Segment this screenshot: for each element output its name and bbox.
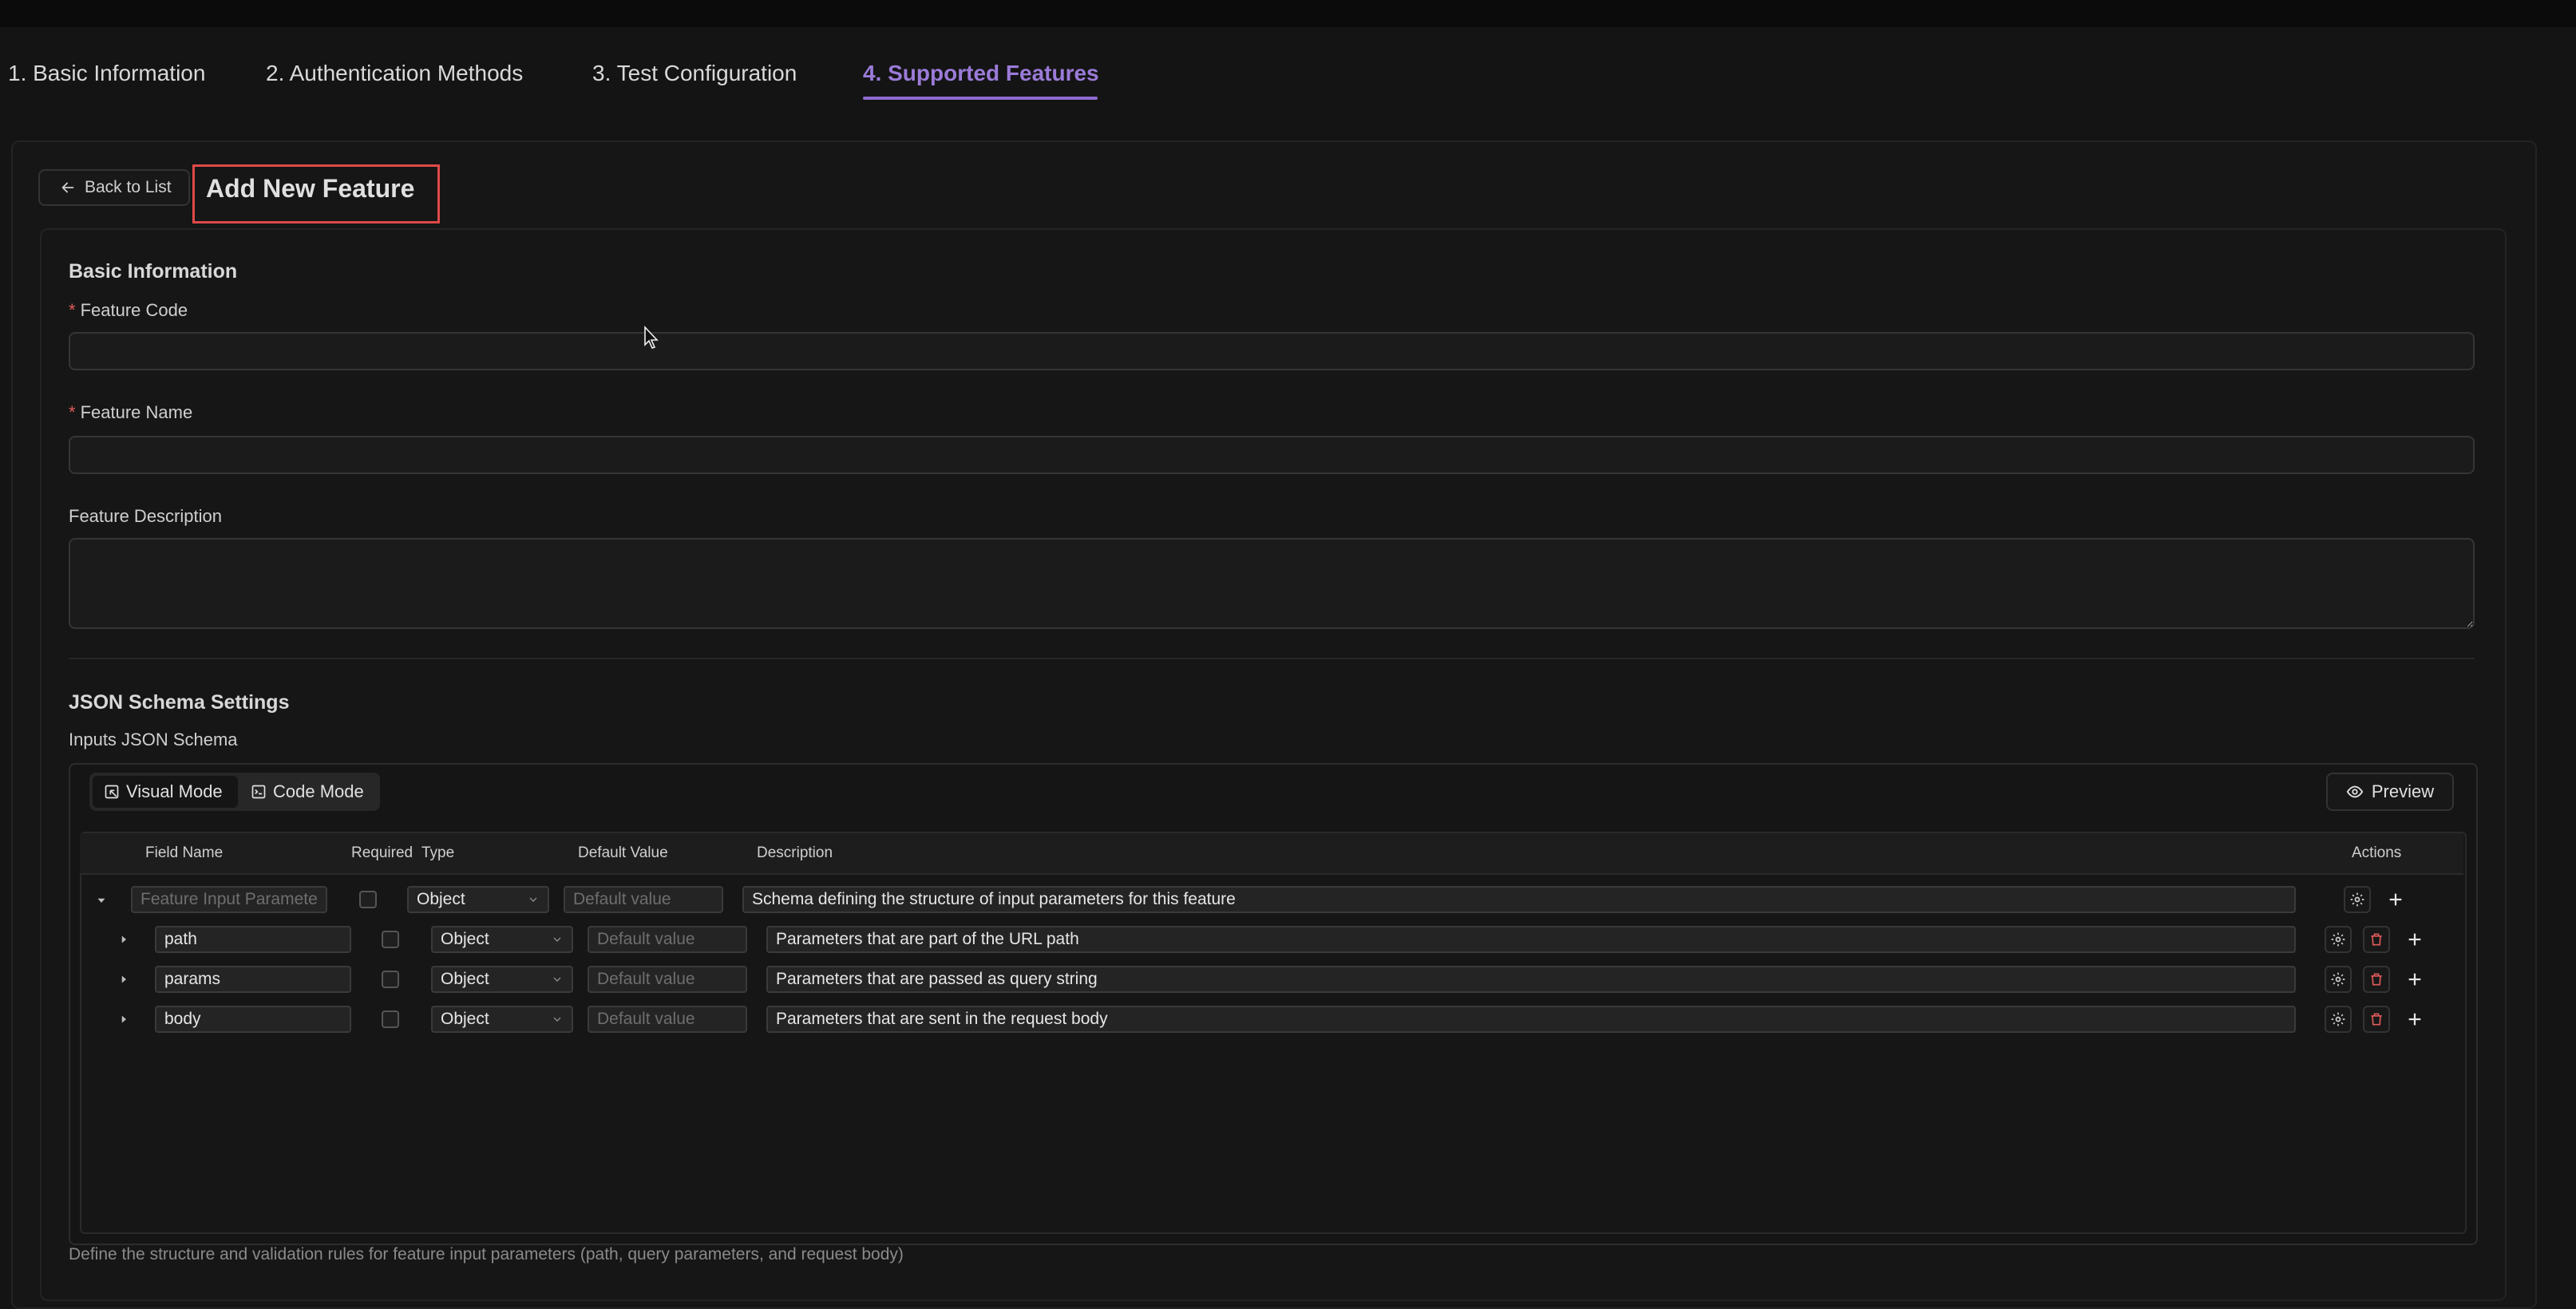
required-checkbox[interactable] bbox=[382, 1010, 399, 1028]
chevron-down-icon bbox=[553, 1017, 561, 1022]
visual-mode-button[interactable]: Visual Mode bbox=[93, 776, 238, 808]
inputs-json-schema-label: Inputs JSON Schema bbox=[69, 730, 238, 749]
root-required-checkbox[interactable] bbox=[359, 891, 377, 908]
step-supported-features[interactable]: 4. Supported Features bbox=[863, 61, 1099, 86]
gear-icon bbox=[2331, 932, 2345, 947]
mouse-cursor-icon bbox=[644, 326, 659, 349]
wizard-steps: 1. Basic Information 2. Authentication M… bbox=[0, 27, 2576, 107]
eye-icon bbox=[2346, 785, 2364, 798]
field-name-input[interactable] bbox=[155, 1006, 351, 1033]
root-type-select[interactable]: Object bbox=[407, 886, 549, 913]
trash-icon bbox=[2371, 1013, 2382, 1026]
gear-icon bbox=[2331, 972, 2345, 987]
step-basic-information[interactable]: 1. Basic Information bbox=[8, 61, 205, 86]
root-default-value-input[interactable] bbox=[564, 886, 723, 913]
step-authentication-methods[interactable]: 2. Authentication Methods bbox=[266, 61, 523, 86]
column-default-value: Default Value bbox=[578, 844, 668, 861]
settings-button[interactable] bbox=[2325, 926, 2352, 953]
visual-mode-icon bbox=[105, 785, 119, 799]
delete-button[interactable] bbox=[2363, 926, 2390, 953]
gear-icon bbox=[2331, 1012, 2345, 1026]
gear-icon bbox=[2350, 892, 2364, 907]
required-marker: * bbox=[69, 402, 76, 422]
settings-button[interactable] bbox=[2325, 966, 2352, 993]
step-test-configuration[interactable]: 3. Test Configuration bbox=[592, 61, 797, 86]
column-type: Type bbox=[421, 844, 455, 861]
preview-button[interactable]: Preview bbox=[2326, 773, 2454, 811]
chevron-down-icon bbox=[529, 897, 537, 902]
plus-icon bbox=[2408, 933, 2421, 946]
json-schema-settings-heading: JSON Schema Settings bbox=[69, 691, 290, 714]
feature-name-input[interactable] bbox=[69, 436, 2475, 474]
top-bar bbox=[0, 0, 2576, 27]
chevron-down-icon bbox=[553, 977, 561, 982]
add-child-button[interactable] bbox=[2401, 1006, 2428, 1033]
caret-right-icon[interactable] bbox=[117, 972, 131, 987]
trash-icon bbox=[2371, 973, 2382, 986]
arrow-left-icon bbox=[61, 182, 74, 193]
type-select[interactable]: Object bbox=[431, 926, 573, 953]
description-input[interactable] bbox=[766, 966, 2296, 993]
terminal-icon bbox=[251, 785, 266, 799]
type-select[interactable]: Object bbox=[431, 966, 573, 993]
plus-icon bbox=[2408, 973, 2421, 986]
default-value-input[interactable] bbox=[588, 926, 747, 953]
feature-name-label: * Feature Name bbox=[69, 402, 193, 422]
root-field-name-input[interactable] bbox=[131, 886, 327, 913]
settings-button[interactable] bbox=[2325, 1006, 2352, 1033]
required-checkbox[interactable] bbox=[382, 931, 399, 948]
basic-information-heading: Basic Information bbox=[69, 260, 238, 283]
plus-icon bbox=[2389, 893, 2402, 906]
page-title: Add New Feature bbox=[206, 174, 415, 203]
caret-down-icon[interactable] bbox=[94, 893, 109, 908]
root-add-child-button[interactable] bbox=[2382, 886, 2409, 913]
delete-button[interactable] bbox=[2363, 966, 2390, 993]
schema-help-text: Define the structure and validation rule… bbox=[69, 1245, 904, 1264]
section-divider bbox=[69, 658, 2475, 659]
active-step-indicator bbox=[863, 97, 1098, 100]
back-to-list-button[interactable]: Back to List bbox=[38, 169, 190, 206]
feature-description-textarea[interactable] bbox=[69, 538, 2475, 629]
column-required: Required bbox=[351, 844, 414, 861]
required-checkbox[interactable] bbox=[382, 971, 399, 988]
trash-icon bbox=[2371, 933, 2382, 946]
description-input[interactable] bbox=[766, 1006, 2296, 1033]
root-settings-button[interactable] bbox=[2344, 886, 2371, 913]
column-description: Description bbox=[757, 844, 833, 861]
delete-button[interactable] bbox=[2363, 1006, 2390, 1033]
feature-code-label: * Feature Code bbox=[69, 300, 188, 320]
add-child-button[interactable] bbox=[2401, 926, 2428, 953]
description-input[interactable] bbox=[766, 926, 2296, 953]
column-actions: Actions bbox=[2352, 844, 2402, 861]
feature-description-label: Feature Description bbox=[69, 506, 222, 526]
add-child-button[interactable] bbox=[2401, 966, 2428, 993]
caret-right-icon[interactable] bbox=[117, 1012, 131, 1026]
back-to-list-label: Back to List bbox=[85, 178, 172, 196]
field-name-input[interactable] bbox=[155, 926, 351, 953]
chevron-down-icon bbox=[553, 937, 561, 942]
required-marker: * bbox=[69, 300, 76, 320]
field-name-input[interactable] bbox=[155, 966, 351, 993]
root-description-input[interactable] bbox=[742, 886, 2296, 913]
feature-code-input[interactable] bbox=[69, 332, 2475, 370]
default-value-input[interactable] bbox=[588, 1006, 747, 1033]
code-mode-button[interactable]: Code Mode bbox=[239, 776, 377, 808]
caret-right-icon[interactable] bbox=[117, 932, 131, 947]
plus-icon bbox=[2408, 1013, 2421, 1026]
type-select[interactable]: Object bbox=[431, 1006, 573, 1033]
default-value-input[interactable] bbox=[588, 966, 747, 993]
column-field-name: Field Name bbox=[145, 844, 224, 861]
